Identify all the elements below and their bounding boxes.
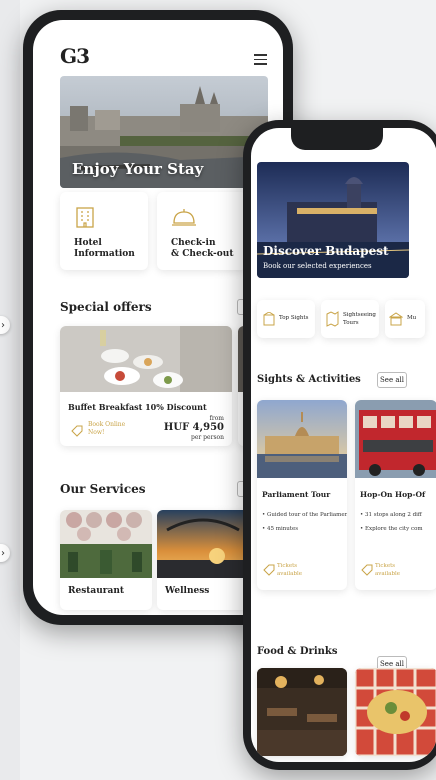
reception-bell-icon [172,209,196,226]
special-offers-title: Special offers [60,300,152,314]
price-per-person: per person [191,434,224,441]
hero-title: Discover Budapest [263,244,389,258]
cta-line1: Tickets [277,563,298,569]
offer-card-breakfast[interactable]: Buffet Breakfast 10% Discount Book Onlin… [60,326,232,446]
tag-icon [361,564,373,576]
phone-notch [291,128,383,150]
hero-banner[interactable]: Enjoy Your Stay [60,76,268,188]
offer-price: HUF 4,950 [163,422,224,433]
category-label-line1: Sightseeing [343,312,376,318]
price-from-label: from [209,415,224,422]
background-strip [0,0,20,780]
service-card-wellness[interactable]: Wellness [157,510,249,610]
service-label: Wellness [165,586,210,596]
book-online-link[interactable]: Book Online Now! [88,421,125,437]
parliament-photo [257,400,347,478]
hero-banner[interactable]: Discover Budapest Book our selected expe… [257,162,409,278]
hero-title: Enjoy Your Stay [72,160,204,178]
food-card-bistro[interactable] [257,668,347,756]
service-card-restaurant[interactable]: Restaurant [60,510,152,610]
sight-card-hop-on-hop-off[interactable]: Hop-On Hop-Of • 31 stops along 2 diff • … [355,400,436,590]
sight-title: Hop-On Hop-Of [360,490,426,499]
our-services-title: Our Services [60,482,146,496]
offer-title: Buffet Breakfast 10% Discount [68,402,207,412]
category-label-line2: Tours [343,320,359,326]
cta-line1: Tickets [375,563,396,569]
cta-line2: available [277,571,302,577]
sights-see-all-button[interactable]: See all [377,372,407,388]
tile-hotel-information[interactable]: Hotel Information [60,192,148,270]
tile-label-line2: Information [74,249,135,259]
museum-icon [389,312,403,326]
sight-bullet: • Guided tour of the Parliament [262,512,347,518]
category-label: Sightseeing Tours [343,311,376,327]
right-phone-screen: Discover Budapest Book our selected expe… [251,128,436,762]
category-top-sights[interactable]: Top Sights [257,300,315,338]
food-card-dish[interactable] [355,668,436,756]
tile-check-in[interactable]: Check-in & Check-out [157,192,247,270]
tour-bus-photo [355,400,436,478]
building-icon [76,207,94,228]
category-label: Mu [407,315,417,321]
category-museums[interactable]: Mu [385,300,425,338]
sight-card-parliament[interactable]: Parliament Tour • Guided tour of the Par… [257,400,347,590]
sights-activities-title: Sights & Activities [257,374,361,385]
sight-bullet: • Explore the city com [360,526,423,532]
wellness-photo [157,510,249,578]
buda-castle-photo [257,162,409,278]
sight-bullet: • 31 stops along 2 diff [360,512,422,518]
right-phone: Discover Budapest Book our selected expe… [243,120,436,770]
tile-label-line1: Hotel [74,238,102,248]
tag-icon [71,425,83,437]
breakfast-photo [60,326,232,392]
landmark-icon [263,312,275,326]
category-sightseeing-tours[interactable]: Sightseeing Tours [321,300,379,338]
tickets-available-link[interactable]: Tickets available [375,562,400,578]
app-logo[interactable]: G3 [60,44,90,68]
restaurant-photo [60,510,152,578]
sight-details: • Guided tour of the Parliament • 45 min… [262,508,347,536]
cta-line2: available [375,571,400,577]
tickets-available-link[interactable]: Tickets available [277,562,302,578]
food-drinks-title: Food & Drinks [257,646,338,657]
category-label: Top Sights [279,315,309,321]
sight-bullet: • 45 minutes [262,526,299,532]
tile-label-line2: & Check-out [171,249,234,259]
menu-icon[interactable] [254,54,267,65]
dish-photo [355,668,436,756]
book-online-line2: Now! [88,429,105,436]
service-label: Restaurant [68,586,125,596]
tag-icon [263,564,275,576]
hero-subtitle: Book our selected experiences [263,262,372,270]
tile-label-line1: Check-in [171,238,216,248]
sight-title: Parliament Tour [262,490,331,499]
book-online-line1: Book Online [88,421,126,428]
bistro-interior-photo [257,668,347,756]
map-icon [326,311,339,327]
sight-details: • 31 stops along 2 diff • Explore the ci… [360,508,423,536]
